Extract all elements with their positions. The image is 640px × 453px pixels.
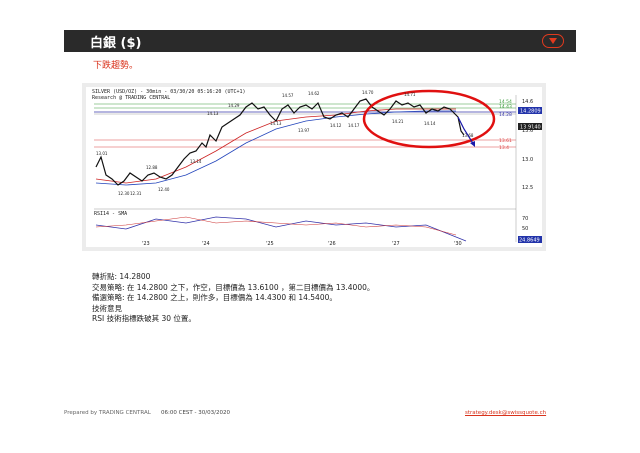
svg-text:14.12: 14.12	[330, 123, 342, 128]
svg-text:12.31: 12.31	[130, 191, 142, 196]
chart-svg: RSI14 - SMA 14.6 14.2809 13.9140 13.6 13…	[94, 89, 542, 247]
svg-text:14.43: 14.43	[499, 104, 512, 110]
svg-text:14.29: 14.29	[228, 103, 240, 108]
strategy-text: 交易策略: 在 14.2800 之下，作空，目標價為 13.6100 ，第二目標…	[92, 282, 375, 292]
svg-text:'26: '26	[328, 241, 336, 247]
footer-email-link[interactable]: strategy.desk@swissquote.ch	[465, 410, 546, 416]
comment-text: RSI 技術指標跌破其 30 位置。	[92, 314, 196, 323]
svg-text:50: 50	[522, 226, 528, 232]
svg-text:14.62: 14.62	[308, 91, 320, 96]
svg-text:70: 70	[522, 216, 528, 222]
analysis-text: 轉折點: 14.2800 交易策略: 在 14.2800 之下，作空，目標價為 …	[92, 272, 374, 325]
svg-text:12.40: 12.40	[158, 187, 170, 192]
alternative-text: 備選策略: 在 14.2800 之上，則作多，目標價為 14.4300 和 14…	[92, 293, 337, 302]
footer-prepared: Prepared by TRADING CENTRAL	[64, 410, 151, 416]
svg-text:14.6: 14.6	[522, 99, 533, 105]
svg-text:13.6: 13.6	[522, 128, 533, 134]
svg-text:13.68: 13.68	[462, 133, 474, 138]
trend-label: 下跌趨勢。	[93, 61, 139, 71]
chart-title: SILVER (USD/OZ) - 30min - 03/30/20 05:16…	[92, 89, 246, 101]
svg-text:'30: '30	[454, 241, 462, 247]
svg-text:12.88: 12.88	[146, 165, 158, 170]
current-price-badge: 14.2809	[520, 109, 541, 115]
svg-text:14.13: 14.13	[270, 121, 282, 126]
comment-title: 技術意見	[92, 303, 122, 313]
svg-text:13.0: 13.0	[522, 157, 533, 163]
price-chart: RSI14 - SMA 14.6 14.2809 13.9140 13.6 13…	[86, 87, 542, 247]
svg-text:14.17: 14.17	[348, 123, 360, 128]
rsi-title: RSI14 - SMA	[94, 211, 127, 217]
svg-text:13.14: 13.14	[190, 159, 202, 164]
svg-text:14.57: 14.57	[282, 93, 294, 98]
svg-text:14.28: 14.28	[499, 112, 512, 118]
pivot-text: 轉折點: 14.2800	[92, 272, 151, 281]
svg-text:13.4: 13.4	[499, 145, 509, 151]
svg-text:'24: '24	[202, 241, 210, 247]
svg-text:13.97: 13.97	[298, 128, 310, 133]
svg-text:14.21: 14.21	[392, 119, 404, 124]
svg-text:13.01: 13.01	[96, 151, 108, 156]
svg-text:12.30: 12.30	[118, 191, 130, 196]
svg-text:12.5: 12.5	[522, 185, 533, 191]
svg-text:14.14: 14.14	[424, 121, 436, 126]
svg-text:14.70: 14.70	[362, 90, 374, 95]
svg-text:'25: '25	[266, 241, 274, 247]
svg-text:'23: '23	[142, 241, 150, 247]
svg-text:'27: '27	[392, 241, 400, 247]
page-title: 白銀 ($)	[90, 36, 142, 51]
rsi-badge: 24.8649	[519, 238, 540, 244]
svg-text:13.61: 13.61	[499, 138, 512, 144]
footer-time: 06:00 CEST - 30/03/2020	[161, 410, 230, 416]
svg-text:14.71: 14.71	[404, 92, 416, 97]
svg-text:14.13: 14.13	[207, 111, 219, 116]
chevron-down-icon[interactable]	[542, 34, 564, 48]
section-header: 白銀 ($)	[64, 30, 576, 52]
